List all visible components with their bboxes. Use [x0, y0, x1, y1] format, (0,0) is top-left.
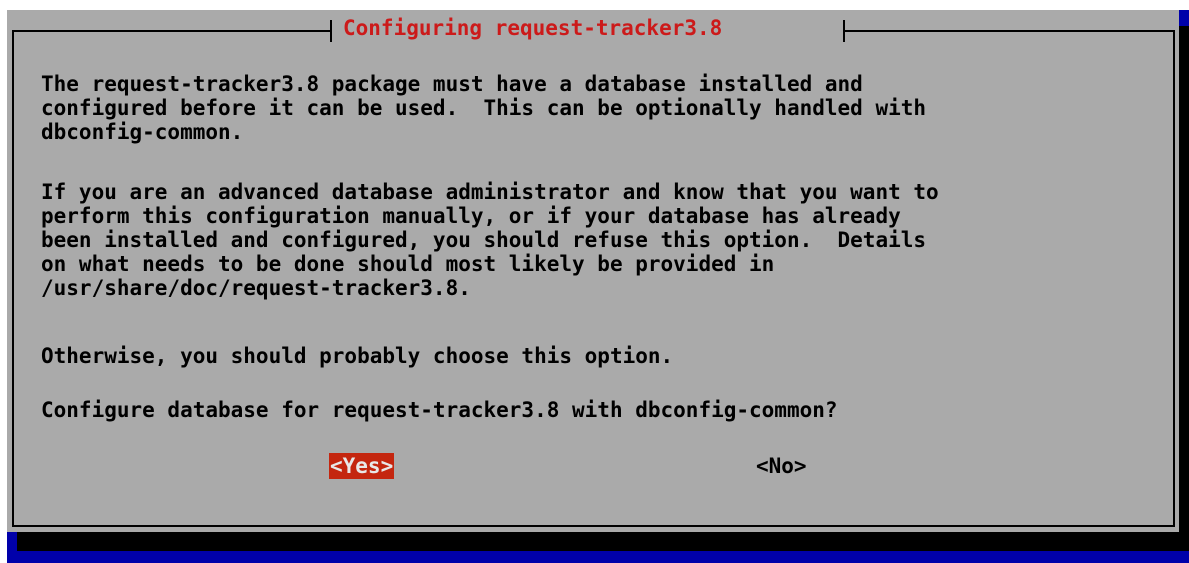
- no-button[interactable]: <No>: [756, 453, 807, 479]
- dialog-title: Configuring request-tracker3.8: [343, 16, 723, 40]
- description-paragraph-3: Otherwise, you should probably choose th…: [41, 344, 674, 368]
- debconf-dialog: Configuring request-tracker3.8 The reque…: [7, 10, 1179, 532]
- dialog-question: Configure database for request-tracker3.…: [41, 398, 838, 422]
- description-paragraph-1: The request-tracker3.8 package must have…: [41, 72, 927, 144]
- yes-button[interactable]: <Yes>: [329, 453, 395, 479]
- title-separator-left: [330, 20, 332, 42]
- dialog-frame-bottom: [12, 525, 1175, 527]
- dialog-frame-top-right: [845, 30, 1175, 32]
- dialog-frame-top-left: [12, 30, 330, 32]
- dialog-frame-left: [12, 30, 14, 527]
- terminal-screen: Configuring request-tracker3.8 The reque…: [7, 10, 1189, 563]
- description-paragraph-2: If you are an advanced database administ…: [41, 180, 939, 300]
- title-separator-right: [843, 20, 845, 42]
- dialog-frame-right: [1173, 30, 1175, 527]
